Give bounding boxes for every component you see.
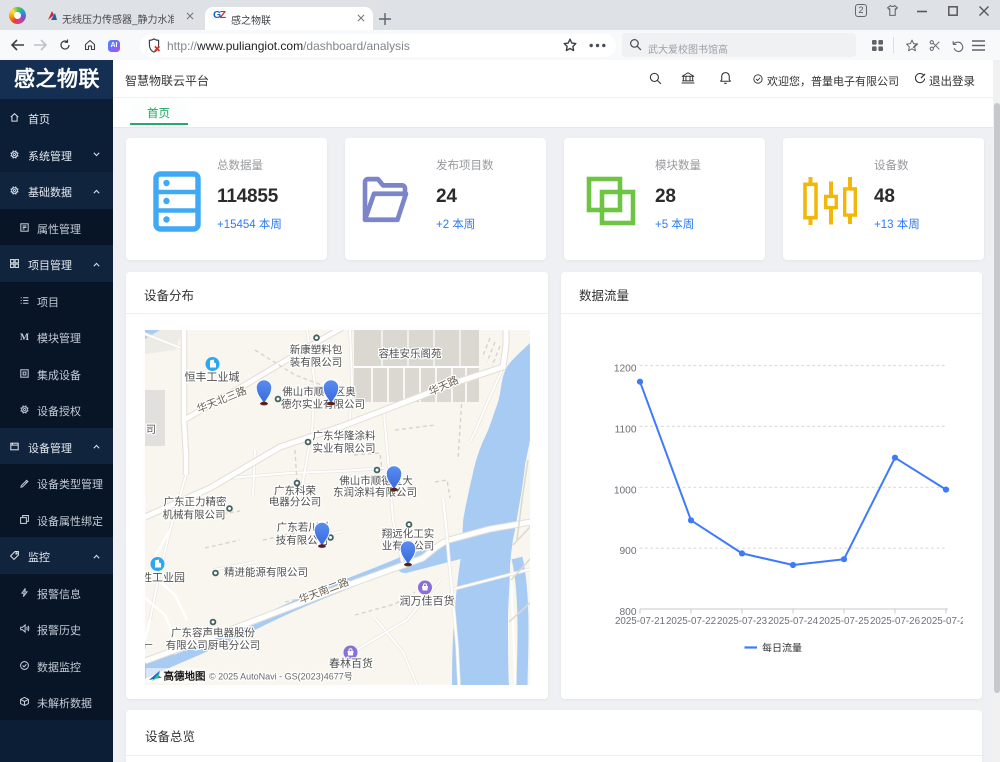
svg-text:广东容声电器股份: 广东容声电器股份 xyxy=(171,626,255,639)
svg-text:新康塑料包: 新康塑料包 xyxy=(290,343,343,356)
svg-text:司: 司 xyxy=(146,425,156,436)
svg-text:有限公司厨电分公司: 有限公司厨电分公司 xyxy=(166,639,261,652)
svg-text:2025-07-27: 2025-07-27 xyxy=(921,616,963,627)
svg-text:1000: 1000 xyxy=(614,485,637,496)
svg-text:春林百货: 春林百货 xyxy=(329,656,373,670)
svg-text:2025-07-26: 2025-07-26 xyxy=(870,616,921,627)
svg-text:2025-07-21: 2025-07-21 xyxy=(615,616,665,627)
svg-text:M: M xyxy=(20,332,29,342)
svg-text:容桂安乐阁苑: 容桂安乐阁苑 xyxy=(379,347,442,360)
svg-text:佛山市顺德区奥: 佛山市顺德区奥 xyxy=(282,385,356,398)
svg-text:2025-07-22: 2025-07-22 xyxy=(666,616,716,627)
svg-text:1100: 1100 xyxy=(615,424,637,435)
svg-text:2025-07-23: 2025-07-23 xyxy=(717,616,768,627)
svg-text:电器分公司: 电器分公司 xyxy=(269,495,322,508)
svg-text:高德地图: 高德地图 xyxy=(164,670,206,683)
svg-text:© 2025 AutoNavi - GS(2023)4677: © 2025 AutoNavi - GS(2023)4677号 xyxy=(209,672,353,682)
svg-text:广东正力精密: 广东正力精密 xyxy=(164,495,227,508)
svg-text:精进能源有限公司: 精进能源有限公司 xyxy=(224,566,308,579)
svg-text:胜工业园: 胜工业园 xyxy=(145,570,185,584)
svg-text:机械有限公司: 机械有限公司 xyxy=(163,508,226,521)
svg-text:德尔实业有限公司: 德尔实业有限公司 xyxy=(281,398,365,411)
svg-text:2025-07-25: 2025-07-25 xyxy=(819,616,870,627)
svg-text:厂: 厂 xyxy=(145,644,153,655)
svg-text:1200: 1200 xyxy=(614,364,637,375)
svg-text:装有限公司: 装有限公司 xyxy=(290,356,343,369)
svg-text:东润涂料有限公司: 东润涂料有限公司 xyxy=(333,486,417,499)
svg-text:翔远化工实: 翔远化工实 xyxy=(382,527,435,540)
svg-text:实业有限公司: 实业有限公司 xyxy=(313,442,376,455)
svg-text:每日流量: 每日流量 xyxy=(762,642,802,653)
svg-text:恒丰工业城: 恒丰工业城 xyxy=(185,371,240,384)
svg-text:广东华隆涂料: 广东华隆涂料 xyxy=(313,429,376,442)
svg-text:润万佳百货: 润万佳百货 xyxy=(400,594,455,608)
svg-text:2025-07-24: 2025-07-24 xyxy=(768,616,819,627)
svg-text:900: 900 xyxy=(620,546,637,557)
svg-text:佛山市顺德区大: 佛山市顺德区大 xyxy=(339,474,413,487)
